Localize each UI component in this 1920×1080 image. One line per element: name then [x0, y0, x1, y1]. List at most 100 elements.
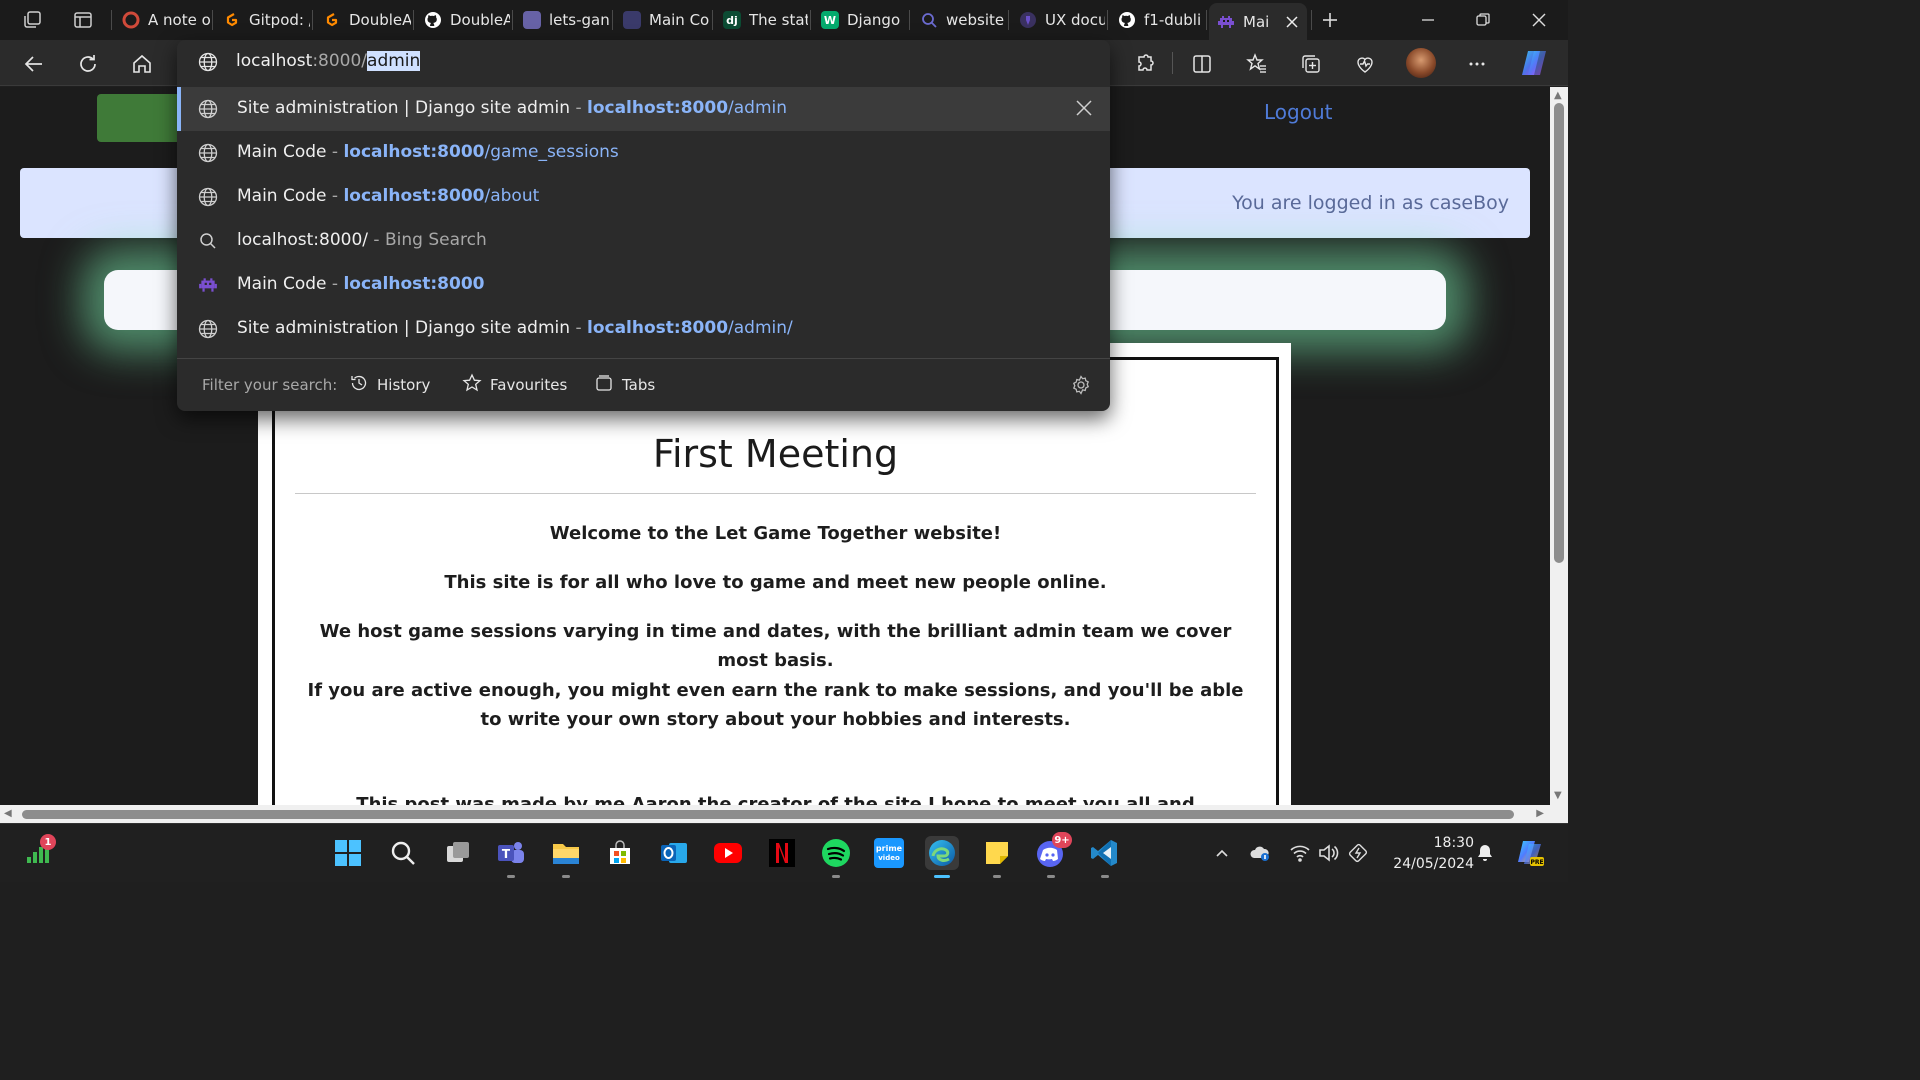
close-tab-icon[interactable]	[1285, 15, 1299, 29]
netflix-icon[interactable]	[765, 836, 799, 870]
suggestion-path: /admin/	[728, 318, 793, 338]
tab-separator	[312, 10, 313, 30]
tab-separator	[111, 10, 112, 30]
discord-icon[interactable]: 9+	[1034, 832, 1072, 878]
suggestion-item[interactable]: Main Code - localhost:8000/about	[177, 175, 1110, 219]
suggestion-item[interactable]: localhost:8000/ - Bing Search	[177, 219, 1110, 263]
suggestion-item[interactable]: Site administration | Django site admin …	[177, 87, 1110, 131]
close-window-icon[interactable]	[1525, 6, 1553, 34]
filter-tabs-label: Tabs	[622, 376, 656, 394]
scroll-up-arrow-icon[interactable]: ▲	[1554, 91, 1562, 101]
suggestion-item[interactable]: Main Code - localhost:8000	[177, 263, 1110, 307]
notification-bell-icon[interactable]	[1474, 842, 1496, 864]
vertical-scroll-thumb[interactable]	[1554, 103, 1564, 563]
suggestion-text: Main Code - localhost:8000	[237, 274, 485, 294]
sticky-notes-icon[interactable]	[980, 836, 1014, 878]
filter-history-button[interactable]: History	[349, 371, 430, 399]
suggestion-sep: -	[570, 318, 587, 338]
browser-tab[interactable]: Mai	[1209, 3, 1307, 40]
site-nav-button[interactable]	[97, 94, 187, 142]
youtube-icon[interactable]	[711, 836, 745, 870]
post-divider	[295, 493, 1256, 494]
browser-tab[interactable]: A note o	[114, 5, 210, 35]
scroll-down-arrow-icon[interactable]: ▼	[1554, 791, 1562, 801]
browser-tab[interactable]: Gitpod: /	[215, 5, 310, 35]
system-clock[interactable]: 18:30 24/05/2024	[1384, 833, 1474, 875]
spotify-icon[interactable]	[819, 836, 853, 878]
logout-link[interactable]: Logout	[1264, 100, 1332, 124]
home-icon[interactable]	[127, 49, 157, 79]
search-icon[interactable]	[386, 836, 420, 870]
tab-separator	[212, 10, 213, 30]
restore-icon[interactable]	[1469, 6, 1497, 34]
address-bar-text[interactable]: localhost:8000/admin	[236, 51, 421, 71]
outlook-icon[interactable]	[657, 836, 691, 870]
collections-icon[interactable]	[1296, 49, 1326, 79]
copilot-preview-icon[interactable]: PRE	[1515, 838, 1545, 868]
address-bar[interactable]: localhost:8000/admin	[177, 40, 1110, 85]
file-explorer-icon[interactable]	[549, 836, 583, 878]
scroll-left-arrow-icon[interactable]: ◀	[4, 809, 12, 819]
github-icon	[424, 11, 442, 29]
filter-favourites-button[interactable]: Favourites	[462, 371, 567, 399]
tab-separator	[1107, 10, 1108, 30]
browser-tab[interactable]: Main Co	[615, 5, 710, 35]
teams-icon[interactable]: T	[494, 836, 528, 878]
wifi-icon[interactable]	[1289, 842, 1311, 864]
new-tab-icon[interactable]	[1316, 6, 1344, 34]
suggestion-host: localhost:8000	[343, 186, 485, 206]
browser-tab[interactable]: lets-gan	[515, 5, 610, 35]
vscode-icon[interactable]	[1088, 836, 1122, 878]
w3-icon: W	[821, 11, 839, 29]
scroll-right-arrow-icon[interactable]: ▶	[1536, 809, 1544, 819]
browser-tab[interactable]: website	[912, 5, 1006, 35]
star-icon	[462, 373, 482, 397]
onedrive-icon[interactable]	[1250, 842, 1272, 864]
minimize-icon[interactable]	[1414, 6, 1442, 34]
refresh-icon[interactable]	[73, 49, 103, 79]
tab-title: The stat	[749, 11, 808, 29]
copilot-icon[interactable]	[1518, 48, 1550, 78]
opera-icon	[122, 11, 140, 29]
prime-video-icon[interactable]: prime video	[872, 836, 906, 870]
browser-tab[interactable]: dj The stat	[715, 5, 808, 35]
vertical-scrollbar[interactable]: ▲ ▼	[1550, 87, 1568, 805]
task-view-icon[interactable]	[441, 836, 475, 870]
tab-title: Mai	[1243, 12, 1270, 31]
browser-essentials-icon[interactable]	[1350, 49, 1380, 79]
suggestion-sep: -	[326, 142, 344, 162]
remove-suggestion-icon[interactable]	[1074, 98, 1096, 120]
chevron-up-icon[interactable]	[1211, 842, 1233, 864]
battery-charging-icon[interactable]	[1348, 842, 1370, 864]
start-menu-icon[interactable]	[331, 836, 365, 870]
workspaces-icon[interactable]	[20, 8, 44, 32]
horizontal-scroll-thumb[interactable]	[22, 810, 1514, 819]
filter-tabs-button[interactable]: Tabs	[594, 371, 655, 399]
network-widget-icon[interactable]: 1	[22, 834, 56, 868]
volume-icon[interactable]	[1317, 842, 1339, 864]
microsoft-store-icon[interactable]	[603, 836, 637, 870]
tab-title: website	[946, 11, 1005, 29]
tab-actions-icon[interactable]	[71, 8, 95, 32]
globe-icon	[197, 142, 219, 164]
more-options-icon[interactable]	[1462, 49, 1492, 79]
suggestion-title: Main Code	[237, 142, 327, 162]
favourites-icon[interactable]	[1242, 49, 1272, 79]
post-line: This post was made by me Aaron the creat…	[356, 794, 1195, 805]
back-arrow-icon[interactable]	[19, 49, 49, 79]
horizontal-scrollbar[interactable]: ◀ ▶	[0, 805, 1550, 823]
suggestion-item[interactable]: Site administration | Django site admin …	[177, 307, 1110, 351]
browser-tab[interactable]: UX docu	[1011, 5, 1105, 35]
profile-avatar[interactable]	[1406, 48, 1436, 78]
settings-gear-icon[interactable]	[1070, 374, 1092, 396]
suggestion-item[interactable]: Main Code - localhost:8000/game_sessions	[177, 131, 1110, 175]
edge-icon[interactable]	[925, 836, 959, 878]
browser-tab[interactable]: DoubleA	[416, 5, 510, 35]
suggestion-host: localhost:8000	[343, 142, 485, 162]
browser-tab[interactable]: W Django	[813, 5, 907, 35]
network-badge: 1	[40, 834, 56, 850]
extensions-icon[interactable]	[1129, 49, 1159, 79]
browser-tab[interactable]: DoubleA	[315, 5, 411, 35]
browser-tab[interactable]: f1-dubli	[1110, 5, 1204, 35]
split-screen-icon[interactable]	[1187, 49, 1217, 79]
